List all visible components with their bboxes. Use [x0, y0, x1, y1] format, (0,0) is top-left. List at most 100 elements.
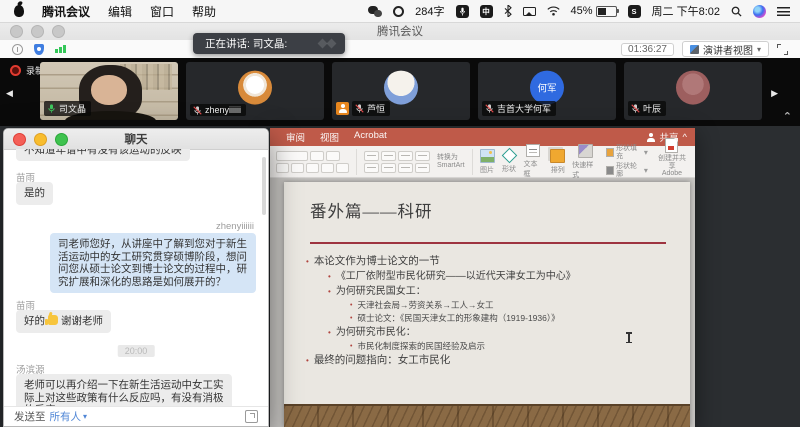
bluetooth-icon[interactable]	[504, 5, 512, 17]
text-box-icon	[526, 144, 540, 157]
convert-smartart-button[interactable]: 转换为 SmartArt	[437, 154, 465, 169]
paragraph-group[interactable]	[364, 151, 430, 173]
app-ring-icon[interactable]	[393, 6, 404, 17]
battery-percent: 45%	[571, 5, 593, 17]
video-strip: 录制中 ◀ 司文晶 zhenyiiiiii	[0, 58, 800, 126]
meeting-info-icon[interactable]	[12, 44, 23, 55]
slide-canvas-area: 番外篇——科研 •本论文作为博士论文的一节 •《工厂依附型市民化研究——以近代天…	[270, 178, 695, 427]
quick-styles-button[interactable]: 快速样式	[572, 144, 598, 180]
fullscreen-icon[interactable]	[777, 44, 788, 55]
bullet-item: •市民化制度探索的民国经验及启示	[306, 340, 676, 353]
insert-picture-button[interactable]: 图片	[480, 149, 495, 175]
next-participants-arrow[interactable]: ▶	[771, 88, 778, 99]
wechat-icon[interactable]	[368, 6, 382, 17]
participant-tile-luheng[interactable]: 芦恒	[332, 62, 470, 120]
arrange-label: 排列	[551, 165, 565, 175]
text-box-button[interactable]: 文本框	[524, 144, 544, 179]
sogou-input-icon[interactable]: S	[628, 5, 641, 18]
battery-icon	[596, 6, 617, 17]
shape-fill-label: 形状填充	[616, 145, 642, 161]
mic-muted-icon	[355, 104, 364, 113]
participant-name-pill: zhenyiiiiii	[190, 104, 246, 116]
message-text: 谢谢老师	[61, 315, 103, 327]
battery-status[interactable]: 45%	[571, 5, 617, 17]
adobe-pdf-icon	[665, 138, 678, 153]
chat-send-bar: 发送至 所有人 ▾	[4, 406, 268, 426]
chat-scrollbar[interactable]	[262, 157, 266, 215]
fill-color-chip	[606, 148, 614, 157]
pdf-label-1: 创建并共享	[658, 155, 686, 170]
message-bubble: 司老师您好，从讲座中了解到您对于新生活运动中的女工研究贯穿硕博阶段，想问问您从硕…	[50, 233, 256, 293]
brush-icon	[578, 144, 593, 158]
shape-outline-button[interactable]: 形状轮廓 ▾	[606, 163, 648, 179]
send-to-selector[interactable]: 所有人 ▾	[50, 409, 88, 424]
timestamp-badge: 20:00	[118, 345, 155, 357]
ppt-ribbon: 转换为 SmartArt 图片 形状 文本框 排列 快速样式	[270, 146, 695, 178]
view-mode-button[interactable]: 演讲者视图 ▾	[682, 41, 769, 57]
text-box-label: 文本框	[524, 159, 544, 179]
bullet-item: •天津社会局→劳资关系→工人→女工	[306, 299, 676, 312]
tab-review[interactable]: 审阅	[286, 130, 305, 144]
message-text: 好的	[24, 315, 45, 327]
participant-name: 芦恒	[367, 102, 385, 115]
ribbon-divider	[356, 149, 357, 175]
layout-icon	[690, 45, 699, 54]
mic-muted-icon	[485, 104, 494, 113]
participant-tile-zhenyi[interactable]: zhenyiiiiii	[186, 62, 324, 120]
control-center-icon[interactable]	[777, 7, 790, 16]
message-bubble: 是的	[16, 182, 53, 205]
menu-edit[interactable]: 编辑	[108, 3, 132, 20]
slide[interactable]: 番外篇——科研 •本论文作为博士论文的一节 •《工厂依附型市民化研究——以近代天…	[284, 182, 690, 427]
mic-muted-icon	[193, 106, 202, 115]
tab-view[interactable]: 视图	[320, 130, 339, 144]
clipped-message: 不知道年谱中有没有该运动的反映	[16, 149, 190, 164]
word-count-status[interactable]: 284字	[415, 3, 444, 19]
insert-shape-button[interactable]: 形状	[502, 149, 517, 174]
participant-name: zhenyiiiiii	[205, 105, 241, 115]
participant-tile-hejun[interactable]: 何军 吉首大学何军	[478, 62, 616, 120]
slide-bullet-list: •本论文作为博士论文的一节 •《工厂依附型市民化研究——以近代天津女工为中心》 …	[306, 254, 676, 368]
prev-participants-arrow[interactable]: ◀	[6, 88, 13, 99]
tab-acrobat[interactable]: Acrobat	[354, 130, 387, 144]
collapse-strip-chevron[interactable]: ⌃	[783, 110, 792, 123]
chat-messages[interactable]: 不知道年谱中有没有该运动的反映 苗雨 是的 zhenyiiiiii 司老师您好，…	[4, 149, 268, 407]
bullet-item: •《工厂依附型市民化研究——以近代天津女工为中心》	[306, 269, 676, 284]
spotlight-search-icon[interactable]	[731, 6, 742, 17]
screen-mirroring-icon[interactable]	[523, 7, 536, 16]
avatar	[384, 71, 418, 105]
shape-fill-button[interactable]: 形状填充 ▾	[606, 145, 648, 161]
menu-help[interactable]: 帮助	[192, 3, 216, 20]
speaking-toast: 正在讲话: 司文晶:	[193, 33, 345, 54]
chevron-down-icon: ▾	[83, 412, 87, 421]
mic-muted-icon	[631, 104, 640, 113]
participant-name-pill: 芦恒	[352, 101, 390, 116]
security-shield-icon[interactable]	[34, 44, 44, 55]
bullet-item: •本论文作为博士论文的一节	[306, 254, 676, 269]
ribbon-divider	[472, 149, 473, 175]
bullet-item: •最终的问题指向：女工市民化	[306, 353, 676, 368]
apple-menu-icon[interactable]	[14, 5, 24, 17]
menu-window[interactable]: 窗口	[150, 3, 174, 20]
network-signal-icon[interactable]	[55, 45, 66, 53]
view-mode-label: 演讲者视图	[703, 42, 753, 57]
clock-status[interactable]: 周二 下午8:02	[652, 3, 720, 19]
font-group[interactable]	[276, 151, 349, 173]
participant-tile-yechen[interactable]: 叶辰	[624, 62, 762, 120]
dictation-icon[interactable]	[456, 5, 469, 18]
menu-bar: 腾讯会议 编辑 窗口 帮助 284字 中 45% S 周二 下午8:02	[0, 0, 800, 23]
arrange-button[interactable]: 排列	[550, 149, 565, 175]
input-language-icon[interactable]: 中	[480, 5, 493, 18]
record-icon	[10, 65, 21, 76]
menu-app-name[interactable]: 腾讯会议	[42, 3, 90, 20]
thumbs-up-emoji	[48, 315, 58, 325]
participant-tile-siwenjing[interactable]: 司文晶	[40, 62, 178, 120]
wifi-icon[interactable]	[547, 6, 560, 16]
participant-name-pill: 吉首大学何军	[482, 101, 556, 116]
chat-window: 聊天 不知道年谱中有没有该运动的反映 苗雨 是的 zhenyiiiiii 司老师…	[3, 128, 269, 427]
chat-titlebar: 聊天	[4, 129, 268, 150]
bullet-item: •为何研究市民化：	[306, 325, 676, 340]
siri-icon[interactable]	[753, 5, 766, 18]
chat-popout-icon[interactable]	[245, 410, 258, 423]
shape-label: 形状	[502, 164, 516, 174]
slide-title: 番外篇——科研	[310, 198, 433, 222]
